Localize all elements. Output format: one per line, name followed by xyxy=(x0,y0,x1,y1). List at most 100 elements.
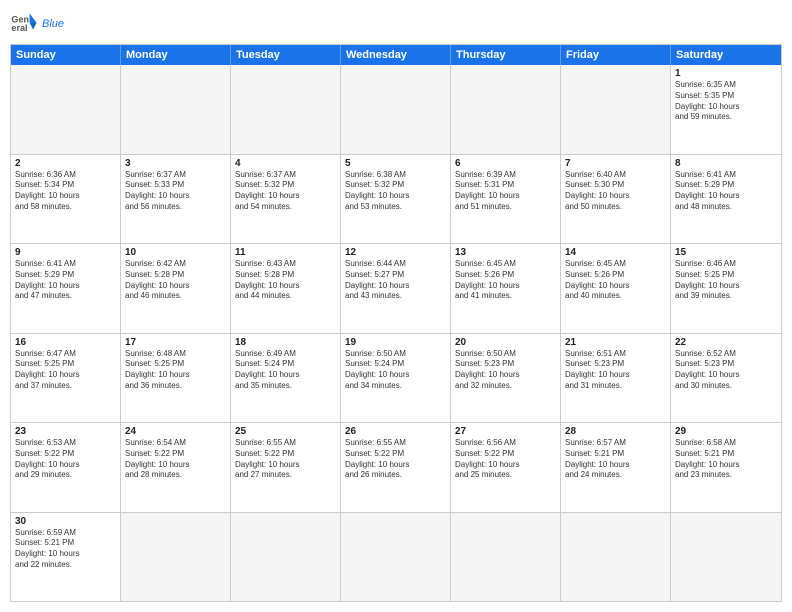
day-cell-20: 20Sunrise: 6:50 AM Sunset: 5:23 PM Dayli… xyxy=(451,334,561,423)
day-cell-12: 12Sunrise: 6:44 AM Sunset: 5:27 PM Dayli… xyxy=(341,244,451,333)
day-cell-28: 28Sunrise: 6:57 AM Sunset: 5:21 PM Dayli… xyxy=(561,423,671,512)
day-info: Sunrise: 6:55 AM Sunset: 5:22 PM Dayligh… xyxy=(235,438,336,481)
empty-cell xyxy=(231,65,341,154)
day-cell-8: 8Sunrise: 6:41 AM Sunset: 5:29 PM Daylig… xyxy=(671,155,781,244)
day-number: 13 xyxy=(455,247,556,258)
day-cell-19: 19Sunrise: 6:50 AM Sunset: 5:24 PM Dayli… xyxy=(341,334,451,423)
calendar-row-5: 30Sunrise: 6:59 AM Sunset: 5:21 PM Dayli… xyxy=(11,513,781,602)
day-info: Sunrise: 6:35 AM Sunset: 5:35 PM Dayligh… xyxy=(675,80,777,123)
day-info: Sunrise: 6:39 AM Sunset: 5:31 PM Dayligh… xyxy=(455,170,556,213)
day-cell-7: 7Sunrise: 6:40 AM Sunset: 5:30 PM Daylig… xyxy=(561,155,671,244)
day-cell-3: 3Sunrise: 6:37 AM Sunset: 5:33 PM Daylig… xyxy=(121,155,231,244)
header-day-thursday: Thursday xyxy=(451,45,561,65)
header-day-saturday: Saturday xyxy=(671,45,781,65)
day-info: Sunrise: 6:59 AM Sunset: 5:21 PM Dayligh… xyxy=(15,528,116,571)
day-number: 21 xyxy=(565,337,666,348)
day-info: Sunrise: 6:54 AM Sunset: 5:22 PM Dayligh… xyxy=(125,438,226,481)
svg-text:eral: eral xyxy=(11,23,27,33)
day-cell-29: 29Sunrise: 6:58 AM Sunset: 5:21 PM Dayli… xyxy=(671,423,781,512)
calendar-row-0: 1Sunrise: 6:35 AM Sunset: 5:35 PM Daylig… xyxy=(11,65,781,155)
day-info: Sunrise: 6:42 AM Sunset: 5:28 PM Dayligh… xyxy=(125,259,226,302)
day-cell-14: 14Sunrise: 6:45 AM Sunset: 5:26 PM Dayli… xyxy=(561,244,671,333)
empty-cell xyxy=(561,513,671,602)
day-cell-17: 17Sunrise: 6:48 AM Sunset: 5:25 PM Dayli… xyxy=(121,334,231,423)
day-info: Sunrise: 6:52 AM Sunset: 5:23 PM Dayligh… xyxy=(675,349,777,392)
empty-cell xyxy=(561,65,671,154)
empty-cell xyxy=(451,65,561,154)
day-info: Sunrise: 6:44 AM Sunset: 5:27 PM Dayligh… xyxy=(345,259,446,302)
day-info: Sunrise: 6:41 AM Sunset: 5:29 PM Dayligh… xyxy=(675,170,777,213)
day-number: 8 xyxy=(675,158,777,169)
calendar-row-1: 2Sunrise: 6:36 AM Sunset: 5:34 PM Daylig… xyxy=(11,155,781,245)
day-number: 25 xyxy=(235,426,336,437)
day-info: Sunrise: 6:55 AM Sunset: 5:22 PM Dayligh… xyxy=(345,438,446,481)
day-cell-1: 1Sunrise: 6:35 AM Sunset: 5:35 PM Daylig… xyxy=(671,65,781,154)
day-info: Sunrise: 6:51 AM Sunset: 5:23 PM Dayligh… xyxy=(565,349,666,392)
calendar-row-3: 16Sunrise: 6:47 AM Sunset: 5:25 PM Dayli… xyxy=(11,334,781,424)
day-info: Sunrise: 6:50 AM Sunset: 5:24 PM Dayligh… xyxy=(345,349,446,392)
day-info: Sunrise: 6:38 AM Sunset: 5:32 PM Dayligh… xyxy=(345,170,446,213)
day-number: 29 xyxy=(675,426,777,437)
empty-cell xyxy=(341,513,451,602)
day-cell-4: 4Sunrise: 6:37 AM Sunset: 5:32 PM Daylig… xyxy=(231,155,341,244)
day-number: 15 xyxy=(675,247,777,258)
day-info: Sunrise: 6:57 AM Sunset: 5:21 PM Dayligh… xyxy=(565,438,666,481)
day-info: Sunrise: 6:36 AM Sunset: 5:34 PM Dayligh… xyxy=(15,170,116,213)
day-cell-15: 15Sunrise: 6:46 AM Sunset: 5:25 PM Dayli… xyxy=(671,244,781,333)
day-info: Sunrise: 6:50 AM Sunset: 5:23 PM Dayligh… xyxy=(455,349,556,392)
day-number: 20 xyxy=(455,337,556,348)
day-info: Sunrise: 6:47 AM Sunset: 5:25 PM Dayligh… xyxy=(15,349,116,392)
calendar: SundayMondayTuesdayWednesdayThursdayFrid… xyxy=(10,44,782,602)
day-number: 16 xyxy=(15,337,116,348)
day-info: Sunrise: 6:41 AM Sunset: 5:29 PM Dayligh… xyxy=(15,259,116,302)
day-number: 5 xyxy=(345,158,446,169)
empty-cell xyxy=(121,513,231,602)
day-info: Sunrise: 6:37 AM Sunset: 5:32 PM Dayligh… xyxy=(235,170,336,213)
header-day-tuesday: Tuesday xyxy=(231,45,341,65)
day-info: Sunrise: 6:40 AM Sunset: 5:30 PM Dayligh… xyxy=(565,170,666,213)
day-number: 30 xyxy=(15,516,116,527)
header: Gen eral Blue xyxy=(10,10,782,38)
day-number: 7 xyxy=(565,158,666,169)
day-cell-2: 2Sunrise: 6:36 AM Sunset: 5:34 PM Daylig… xyxy=(11,155,121,244)
day-number: 12 xyxy=(345,247,446,258)
calendar-body: 1Sunrise: 6:35 AM Sunset: 5:35 PM Daylig… xyxy=(11,65,781,601)
day-info: Sunrise: 6:48 AM Sunset: 5:25 PM Dayligh… xyxy=(125,349,226,392)
day-info: Sunrise: 6:49 AM Sunset: 5:24 PM Dayligh… xyxy=(235,349,336,392)
day-info: Sunrise: 6:46 AM Sunset: 5:25 PM Dayligh… xyxy=(675,259,777,302)
empty-cell xyxy=(231,513,341,602)
day-number: 1 xyxy=(675,68,777,79)
day-cell-9: 9Sunrise: 6:41 AM Sunset: 5:29 PM Daylig… xyxy=(11,244,121,333)
day-number: 27 xyxy=(455,426,556,437)
day-cell-21: 21Sunrise: 6:51 AM Sunset: 5:23 PM Dayli… xyxy=(561,334,671,423)
day-info: Sunrise: 6:45 AM Sunset: 5:26 PM Dayligh… xyxy=(565,259,666,302)
day-cell-24: 24Sunrise: 6:54 AM Sunset: 5:22 PM Dayli… xyxy=(121,423,231,512)
day-info: Sunrise: 6:58 AM Sunset: 5:21 PM Dayligh… xyxy=(675,438,777,481)
day-cell-18: 18Sunrise: 6:49 AM Sunset: 5:24 PM Dayli… xyxy=(231,334,341,423)
header-day-sunday: Sunday xyxy=(11,45,121,65)
day-cell-23: 23Sunrise: 6:53 AM Sunset: 5:22 PM Dayli… xyxy=(11,423,121,512)
day-cell-16: 16Sunrise: 6:47 AM Sunset: 5:25 PM Dayli… xyxy=(11,334,121,423)
day-number: 3 xyxy=(125,158,226,169)
calendar-header: SundayMondayTuesdayWednesdayThursdayFrid… xyxy=(11,45,781,65)
day-number: 10 xyxy=(125,247,226,258)
day-number: 22 xyxy=(675,337,777,348)
day-number: 28 xyxy=(565,426,666,437)
day-number: 14 xyxy=(565,247,666,258)
empty-cell xyxy=(671,513,781,602)
empty-cell xyxy=(341,65,451,154)
day-info: Sunrise: 6:53 AM Sunset: 5:22 PM Dayligh… xyxy=(15,438,116,481)
day-number: 26 xyxy=(345,426,446,437)
calendar-row-2: 9Sunrise: 6:41 AM Sunset: 5:29 PM Daylig… xyxy=(11,244,781,334)
header-day-wednesday: Wednesday xyxy=(341,45,451,65)
day-info: Sunrise: 6:45 AM Sunset: 5:26 PM Dayligh… xyxy=(455,259,556,302)
day-cell-13: 13Sunrise: 6:45 AM Sunset: 5:26 PM Dayli… xyxy=(451,244,561,333)
day-number: 2 xyxy=(15,158,116,169)
logo-icon: Gen eral xyxy=(10,10,38,38)
empty-cell xyxy=(451,513,561,602)
day-number: 11 xyxy=(235,247,336,258)
day-info: Sunrise: 6:37 AM Sunset: 5:33 PM Dayligh… xyxy=(125,170,226,213)
day-number: 4 xyxy=(235,158,336,169)
day-number: 18 xyxy=(235,337,336,348)
day-number: 23 xyxy=(15,426,116,437)
